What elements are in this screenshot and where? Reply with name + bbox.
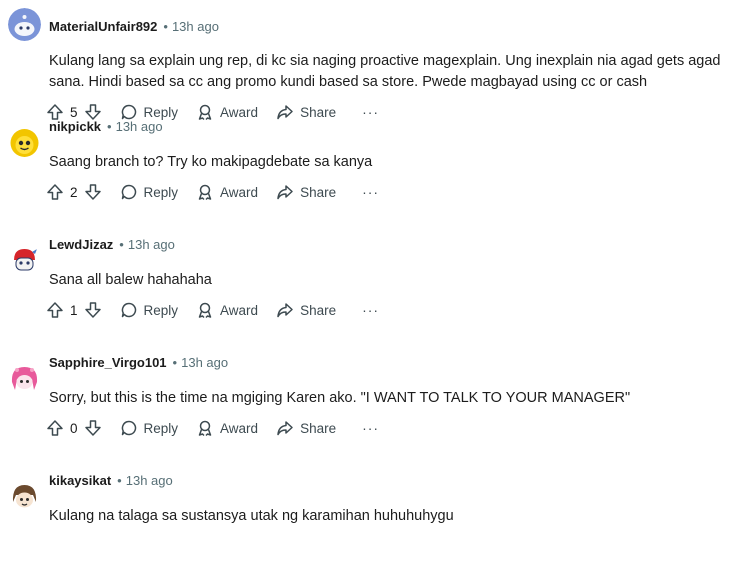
timestamp[interactable]: 13h ago xyxy=(126,473,173,488)
avatar[interactable] xyxy=(8,244,41,277)
comment-actions: 2 Reply Award Share ··· xyxy=(46,181,379,203)
comment: kikaysikat • 13h ago Kulang na talaga sa s… xyxy=(0,472,750,552)
comment-bubble-icon xyxy=(121,184,136,200)
username[interactable]: Sapphire_Virgo101 xyxy=(49,355,167,370)
comment-bubble-icon xyxy=(121,420,136,436)
comment-body: Kulang lang sa explain ung rep, di kc si… xyxy=(49,53,721,90)
avatar[interactable] xyxy=(8,126,41,159)
vote-count: 1 xyxy=(70,302,78,318)
avatar[interactable] xyxy=(8,362,41,395)
award-icon xyxy=(198,420,212,437)
comment: nikpickk • 13h ago Saang branch to? Try ko… xyxy=(0,118,750,236)
award-button[interactable]: Award xyxy=(196,183,258,201)
comment-bubble-icon xyxy=(121,302,136,318)
brown-hair-snoo-avatar-icon xyxy=(8,480,41,513)
separator-dot: • xyxy=(107,119,112,134)
comment-actions: 0 Reply Award Share ··· xyxy=(46,417,379,439)
separator-dot: • xyxy=(163,19,168,34)
avatar[interactable] xyxy=(8,8,41,41)
timestamp[interactable]: 13h ago xyxy=(128,237,175,252)
reply-label: Reply xyxy=(143,184,179,200)
comment: MaterialUnfair892 • 13h ago Kulang lang sa… xyxy=(0,0,750,121)
share-arrow-icon xyxy=(277,303,293,318)
award-button[interactable]: Award xyxy=(196,301,258,319)
more-options-button[interactable]: ··· xyxy=(362,420,379,436)
award-icon xyxy=(198,302,212,319)
username[interactable]: nikpickk xyxy=(49,119,101,134)
comment-body: Sorry, but this is the time na mgiging K… xyxy=(49,390,631,406)
comment-meta: nikpickk • 13h ago xyxy=(49,119,163,135)
vote-group: 2 xyxy=(46,183,102,201)
upvote-icon[interactable] xyxy=(46,419,64,437)
username[interactable]: LewdJizaz xyxy=(49,237,113,252)
separator-dot: • xyxy=(119,237,124,252)
reply-button[interactable]: Reply xyxy=(120,419,179,437)
comment-meta: LewdJizaz • 13h ago xyxy=(49,237,175,253)
upvote-icon[interactable] xyxy=(46,183,64,201)
red-helmet-snoo-avatar-icon xyxy=(8,244,41,277)
share-button[interactable]: Share xyxy=(276,183,336,201)
reply-button[interactable]: Reply xyxy=(120,301,179,319)
timestamp[interactable]: 13h ago xyxy=(172,19,219,34)
vote-group: 1 xyxy=(46,301,102,319)
reply-button[interactable]: Reply xyxy=(120,183,179,201)
timestamp[interactable]: 13h ago xyxy=(116,119,163,134)
share-label: Share xyxy=(300,184,337,200)
vote-group: 0 xyxy=(46,419,102,437)
comment-meta: Sapphire_Virgo101 • 13h ago xyxy=(49,355,228,371)
share-button[interactable]: Share xyxy=(276,419,336,437)
upvote-icon[interactable] xyxy=(46,301,64,319)
timestamp[interactable]: 13h ago xyxy=(181,355,228,370)
more-options-button[interactable]: ··· xyxy=(362,184,379,200)
reply-label: Reply xyxy=(143,420,179,436)
comment-body: Sana all balew hahahaha xyxy=(49,272,212,288)
avatar[interactable] xyxy=(8,480,41,513)
award-label: Award xyxy=(220,420,259,436)
vote-count: 0 xyxy=(70,420,78,436)
blue-snoo-avatar-icon xyxy=(8,8,41,41)
share-label: Share xyxy=(300,420,337,436)
award-icon xyxy=(198,184,212,201)
share-arrow-icon xyxy=(277,185,293,200)
comment: Sapphire_Virgo101 • 13h ago Sorry, but thi… xyxy=(0,354,750,472)
comment-meta: kikaysikat • 13h ago xyxy=(49,473,173,489)
separator-dot: • xyxy=(172,355,178,370)
username[interactable]: MaterialUnfair892 xyxy=(49,19,157,34)
reply-label: Reply xyxy=(143,302,179,318)
downvote-icon[interactable] xyxy=(84,301,102,319)
yellow-snoo-avatar-icon xyxy=(8,126,41,159)
comment-actions: 1 Reply Award Share ··· xyxy=(46,299,379,321)
vote-count: 2 xyxy=(70,184,78,200)
share-arrow-icon xyxy=(277,421,293,436)
username[interactable]: kikaysikat xyxy=(49,473,111,488)
comment-body: Saang branch to? Try ko makipagdebate sa… xyxy=(49,154,373,170)
comment-meta: MaterialUnfair892 • 13h ago xyxy=(49,19,219,35)
share-label: Share xyxy=(300,302,337,318)
award-button[interactable]: Award xyxy=(196,419,258,437)
downvote-icon[interactable] xyxy=(84,419,102,437)
share-button[interactable]: Share xyxy=(276,301,336,319)
separator-dot: • xyxy=(117,473,122,488)
comment-body: Kulang na talaga sa sustansya utak ng ka… xyxy=(49,508,454,524)
more-options-button[interactable]: ··· xyxy=(362,302,379,318)
downvote-icon[interactable] xyxy=(84,183,102,201)
award-label: Award xyxy=(220,184,259,200)
award-label: Award xyxy=(220,302,259,318)
pink-hair-snoo-avatar-icon xyxy=(8,362,41,395)
comment: LewdJizaz • 13h ago Sana all balew hahahah… xyxy=(0,236,750,354)
